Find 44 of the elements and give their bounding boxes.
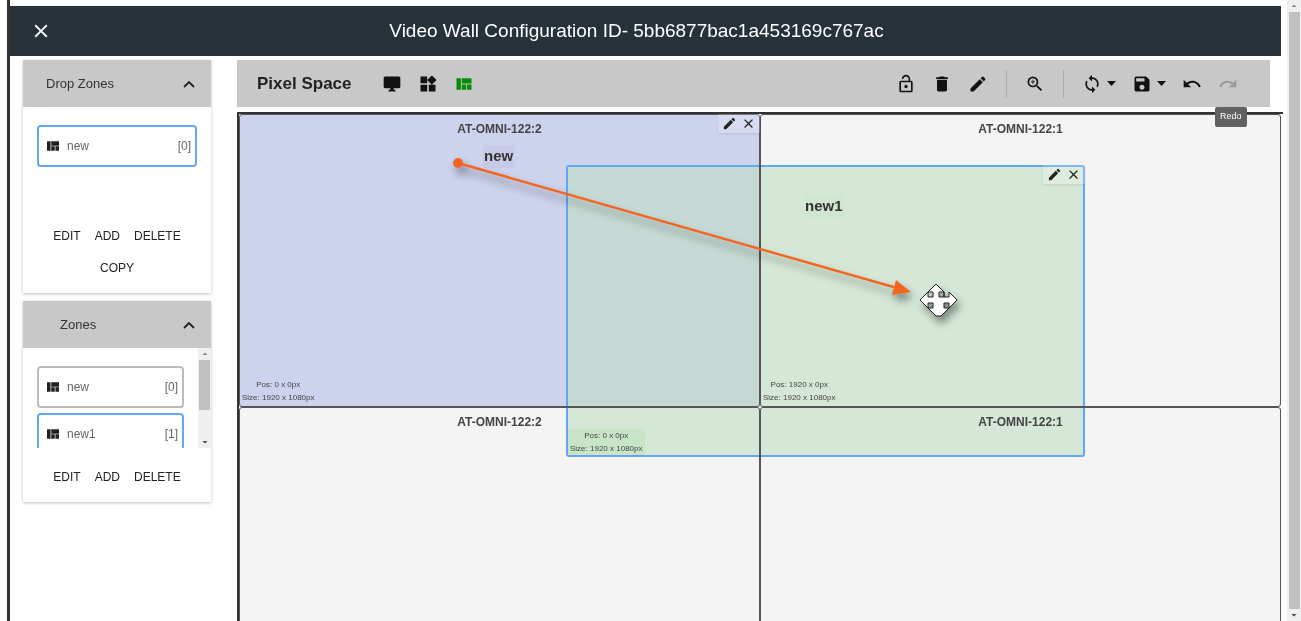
zone-list-item[interactable]: new1 [1] [37,413,184,448]
item-index: [1] [164,426,178,443]
sync-icon [1082,73,1102,94]
screen-label: AT-OMNI-122:2 [457,121,542,138]
action-button[interactable]: DELETE [128,221,187,251]
item-name: new [67,379,90,396]
caret-icon [1107,81,1116,86]
screen-tile[interactable]: AT-OMNI-122:1 [760,407,1281,621]
zone-name: new1 [804,195,844,218]
caret-icon [1157,81,1166,86]
panel-header[interactable]: Zones [23,301,211,348]
action-button[interactable]: COPY [94,253,140,283]
action-button[interactable]: EDIT [47,221,87,251]
item-name: new1 [67,426,97,443]
toolbar-title: Pixel Space [257,72,352,95]
scrollbar[interactable] [198,348,211,448]
layout-icon [45,138,61,154]
zone-list-item[interactable]: new [0] [37,125,197,167]
action-button[interactable]: DELETE [128,462,187,492]
action-button[interactable]: ADD [88,221,126,251]
action-button[interactable]: EDIT [47,462,87,492]
layout-icon [45,379,61,395]
window-title: Video Wall Configuration ID- 5bb6877bac1a453169c767ac [388,18,885,43]
layout-icon [45,426,61,442]
screen-label: AT-OMNI-122:1 [978,414,1063,431]
screen-label: AT-OMNI-122:2 [457,414,542,431]
tooltip: Redo [1215,107,1247,127]
move-cursor-icon [919,283,958,317]
pencil-icon[interactable] [722,116,737,131]
screen-label: AT-OMNI-122:1 [978,121,1063,138]
scrollbar[interactable] [1287,0,1301,621]
unlock-icon [896,73,916,94]
item-name: new [67,138,90,155]
pencil-icon [968,73,988,94]
action-button[interactable]: ADD [88,462,126,492]
panel-header[interactable]: Drop Zones [23,60,211,107]
item-index: [0] [177,138,191,155]
zone-position-label: Pos: 0 x 0px Size: 1920 x 1080px [568,429,645,455]
screen-position-label: Pos: 1920 x 0px Size: 1920 x 1080px [763,379,836,404]
item-index: [0] [164,379,178,396]
zone-list-item[interactable]: new [0] [37,366,184,408]
zone-name: new [483,145,515,168]
screen-position-label: Pos: 0 x 0px Size: 1920 x 1080px [242,379,315,404]
pencil-icon[interactable] [1047,167,1062,182]
